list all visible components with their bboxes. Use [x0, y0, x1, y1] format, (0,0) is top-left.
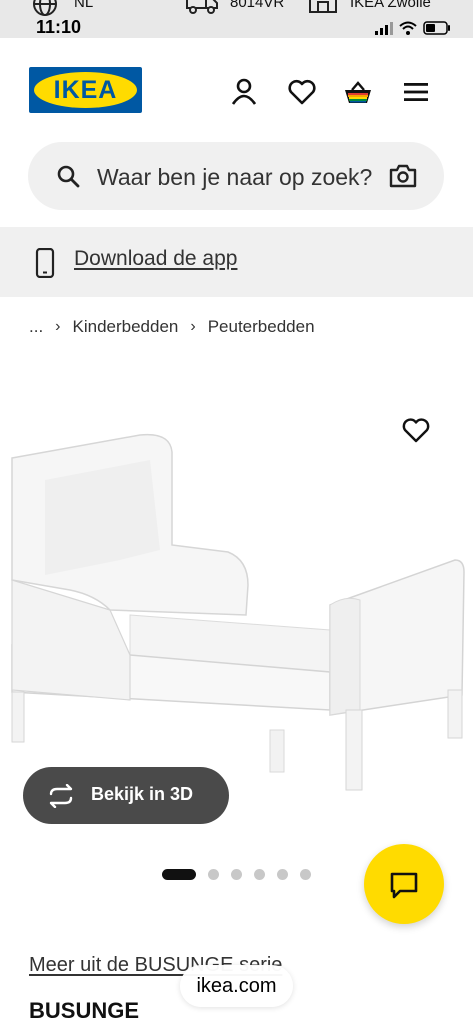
- product-name: BUSUNGE: [29, 998, 140, 1023]
- heart-icon[interactable]: [286, 76, 318, 108]
- search-input[interactable]: Waar ben je naar op zoek?: [97, 164, 372, 191]
- breadcrumb: ... › Kinderbedden › Peuterbedden: [29, 316, 315, 338]
- search-icon[interactable]: [56, 164, 80, 188]
- signal-icon: [375, 22, 393, 35]
- chat-bubble-icon: [390, 872, 418, 899]
- carousel-dot-6[interactable]: [300, 869, 311, 880]
- chat-button[interactable]: [364, 844, 444, 924]
- carousel-dots: [162, 869, 311, 880]
- clock: 11:10: [36, 17, 82, 37]
- account-icon[interactable]: [228, 76, 260, 108]
- status-bar: NL 8014VR IKEA Zwolle 11:10: [0, 0, 473, 38]
- url-text: ikea.com: [196, 975, 277, 997]
- store-icon[interactable]: [308, 0, 338, 16]
- site-header: IKEA: [0, 38, 473, 140]
- app-download-banner: Download de app: [0, 227, 473, 297]
- phone-icon: [35, 248, 55, 278]
- camera-icon[interactable]: [389, 163, 417, 189]
- browser-url-bar[interactable]: ikea.com: [180, 965, 293, 1007]
- postal-code[interactable]: 8014VR: [230, 0, 284, 11]
- menu-icon[interactable]: [400, 76, 432, 108]
- download-app-link[interactable]: Download de app: [74, 247, 237, 271]
- favourite-heart-icon[interactable]: [401, 416, 431, 444]
- carousel-dot-1[interactable]: [162, 869, 196, 880]
- breadcrumb-peuterbedden[interactable]: Peuterbedden: [208, 317, 315, 337]
- carousel-dot-5[interactable]: [277, 869, 288, 880]
- logo-text: IKEA: [53, 76, 118, 104]
- product-image[interactable]: [0, 410, 473, 810]
- chevron-right-icon: ›: [190, 318, 196, 335]
- language-label[interactable]: NL: [74, 0, 93, 11]
- search-bar[interactable]: Waar ben je naar op zoek?: [28, 142, 444, 210]
- breadcrumb-kinderbedden[interactable]: Kinderbedden: [73, 317, 179, 337]
- rotate-3d-icon: [49, 784, 73, 808]
- chevron-right-icon: ›: [55, 318, 61, 335]
- truck-icon[interactable]: [186, 0, 218, 16]
- view-3d-label: Bekijk in 3D: [91, 784, 194, 804]
- carousel-dot-4[interactable]: [254, 869, 265, 880]
- battery-icon: [423, 21, 450, 35]
- carousel-dot-2[interactable]: [208, 869, 219, 880]
- globe-icon[interactable]: [32, 0, 58, 18]
- ikea-logo[interactable]: IKEA: [29, 67, 142, 113]
- system-icons: [375, 20, 451, 36]
- wifi-icon: [399, 21, 417, 35]
- breadcrumb-ellipsis[interactable]: ...: [29, 317, 43, 337]
- view-3d-button[interactable]: Bekijk in 3D: [23, 767, 229, 824]
- carousel-dot-3[interactable]: [231, 869, 242, 880]
- store-name[interactable]: IKEA Zwolle: [350, 0, 431, 11]
- basket-icon[interactable]: [342, 76, 374, 108]
